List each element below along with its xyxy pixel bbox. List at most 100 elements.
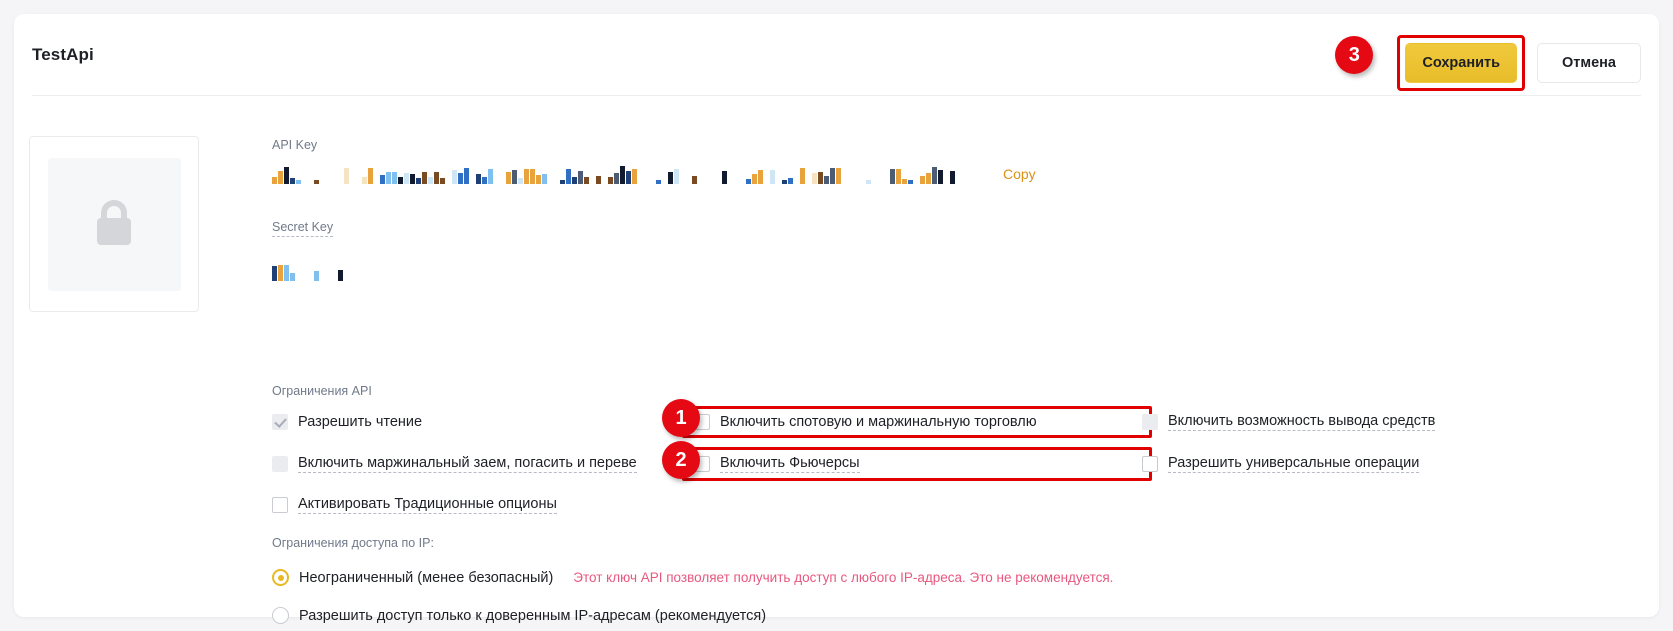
redacted-cell	[476, 174, 481, 184]
redacted-cell	[770, 170, 775, 184]
copy-api-key-link[interactable]: Copy	[1003, 166, 1036, 182]
redacted-cell	[428, 177, 433, 184]
redacted-cell	[716, 171, 721, 184]
redacted-cell	[620, 166, 625, 184]
step-badge-1: 1	[662, 399, 700, 437]
permission-row[interactable]: Активировать Традиционные опционы	[272, 496, 692, 514]
redacted-cell	[314, 180, 319, 184]
redacted-cell	[884, 175, 889, 184]
avatar	[29, 136, 199, 312]
redacted-cell	[314, 271, 319, 281]
redacted-cell	[776, 170, 781, 184]
redacted-cell	[644, 174, 649, 184]
redacted-cell	[764, 177, 769, 184]
redacted-cell	[356, 171, 361, 184]
redacted-cell	[818, 172, 823, 184]
save-button[interactable]: Сохранить	[1405, 43, 1517, 83]
permission-row[interactable]: Разрешить универсальные операции	[1142, 453, 1562, 475]
redacted-cell	[398, 177, 403, 184]
redacted-cell	[536, 175, 541, 184]
ip-warning-text: Этот ключ API позволяет получить доступ …	[573, 570, 1114, 585]
redacted-cell	[416, 178, 421, 184]
redacted-cell	[794, 173, 799, 184]
permission-checkbox	[272, 414, 288, 430]
ip-option-unrestricted-label: Неограниченный (менее безопасный)	[299, 569, 554, 586]
redacted-cell	[584, 177, 589, 184]
redacted-cell	[782, 180, 787, 184]
permission-label: Включить Фьючерсы	[720, 455, 860, 473]
redacted-cell	[632, 169, 637, 184]
redacted-cell	[392, 172, 397, 184]
redacted-cell	[380, 175, 385, 184]
avatar-placeholder	[47, 157, 181, 291]
redacted-cell	[422, 172, 427, 184]
redacted-cell	[482, 177, 487, 184]
card-header: TestApi 3 Сохранить Отмена	[32, 14, 1641, 96]
redacted-cell	[368, 168, 373, 184]
permission-checkbox[interactable]	[1142, 456, 1158, 472]
ip-option-trusted[interactable]: Разрешить доступ только к доверенным IP-…	[272, 607, 1612, 624]
save-button-highlight: Сохранить	[1397, 35, 1525, 91]
permission-label: Включить возможность вывода средств	[1168, 413, 1436, 431]
redacted-cell	[704, 166, 709, 184]
redacted-cell	[848, 172, 853, 184]
redacted-cell	[608, 177, 613, 184]
redacted-cell	[866, 180, 871, 184]
redacted-cell	[842, 170, 847, 184]
secret-key-value-redacted	[272, 261, 1602, 281]
redacted-cell	[758, 170, 763, 184]
permission-checkbox	[272, 456, 288, 472]
permission-label: Включить маржинальный заем, погасить и п…	[298, 455, 637, 473]
redacted-cell	[938, 170, 943, 184]
permission-checkbox	[1142, 414, 1158, 430]
redacted-cell	[560, 180, 565, 184]
permission-row[interactable]: Включить Фьючерсы	[682, 447, 1152, 481]
redacted-cell	[872, 173, 877, 184]
api-key-label: API Key	[272, 138, 318, 152]
redacted-cell	[512, 170, 517, 184]
redacted-cell	[734, 174, 739, 184]
redacted-cell	[458, 173, 463, 184]
redacted-cell	[650, 179, 655, 184]
redacted-cell	[548, 168, 553, 184]
redacted-cell	[350, 176, 355, 184]
redacted-cell	[890, 169, 895, 184]
cancel-button[interactable]: Отмена	[1537, 43, 1641, 83]
api-restrictions-section: Ограничения API Разрешить чтение Включить…	[272, 384, 1612, 514]
step-badge-2: 2	[662, 441, 700, 479]
ip-restrictions-label: Ограничения доступа по IP:	[272, 536, 434, 550]
permission-row[interactable]: Включить спотовую и маржинальную торговл…	[682, 406, 1152, 438]
permission-row: Разрешить чтение	[272, 412, 692, 432]
ip-option-unrestricted[interactable]: Неограниченный (менее безопасный) Этот к…	[272, 569, 1612, 586]
redacted-cell	[830, 168, 835, 184]
key-fields: API Key Copy Secret Key	[272, 138, 1602, 281]
redacted-cell	[950, 171, 955, 184]
redacted-cell	[680, 178, 685, 184]
redacted-cell	[452, 170, 457, 184]
redacted-cell	[956, 170, 961, 184]
redacted-cell	[290, 273, 295, 281]
redacted-cell	[470, 180, 475, 184]
permission-checkbox[interactable]	[272, 497, 288, 513]
redacted-cell	[662, 170, 667, 184]
redacted-cell	[440, 178, 445, 184]
radio-unrestricted[interactable]	[272, 569, 289, 586]
redacted-cell	[464, 168, 469, 184]
redacted-cell	[446, 177, 451, 184]
permissions-grid: Разрешить чтение Включить спотовую и марж…	[272, 406, 1612, 514]
redacted-cell	[698, 168, 703, 184]
redacted-cell	[302, 180, 307, 184]
redacted-cell	[944, 174, 949, 184]
redacted-cell	[296, 263, 301, 281]
radio-trusted[interactable]	[272, 607, 289, 624]
ip-restrictions-section: Ограничения доступа по IP: Неограниченны…	[272, 536, 1612, 624]
redacted-cell	[272, 266, 277, 281]
redacted-cell	[494, 175, 499, 184]
redacted-cell	[284, 167, 289, 184]
redacted-cell	[524, 169, 529, 184]
redacted-cell	[326, 265, 331, 281]
permission-label: Разрешить чтение	[298, 414, 423, 430]
api-key-card: TestApi 3 Сохранить Отмена API Key Copy …	[14, 14, 1659, 624]
redacted-cell	[500, 166, 505, 184]
redacted-cell	[290, 178, 295, 184]
